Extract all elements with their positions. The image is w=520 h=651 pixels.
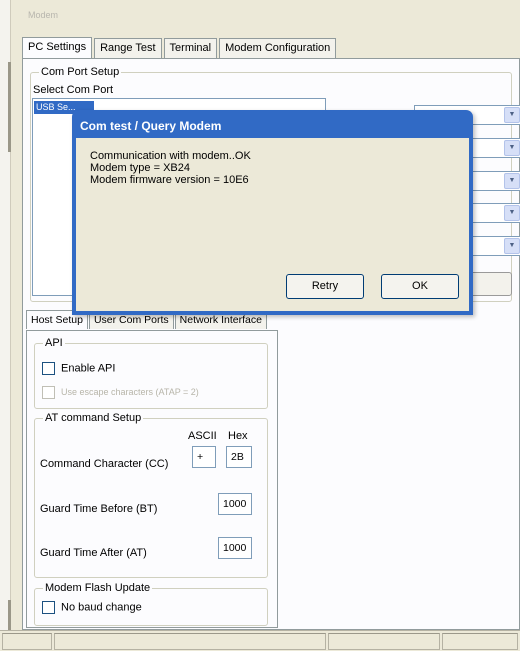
tab-range-test[interactable]: Range Test — [94, 38, 162, 58]
enable-api-checkbox-row[interactable]: Enable API — [42, 362, 115, 375]
escape-chars-checkbox-row: Use escape characters (ATAP = 2) — [42, 386, 199, 399]
splitter-handle[interactable] — [8, 62, 11, 152]
guard-time-after-label: Guard Time After (AT) — [40, 547, 147, 559]
command-character-label: Command Character (CC) — [40, 458, 169, 470]
retry-button[interactable]: Retry — [286, 274, 364, 299]
group-label: AT command Setup — [43, 412, 144, 424]
ascii-column-label: ASCII — [188, 430, 217, 442]
group-label: Modem Flash Update — [43, 582, 153, 594]
enable-api-label: Enable API — [61, 362, 116, 375]
ok-button[interactable]: OK — [381, 274, 459, 299]
selected-com-port-text: USB Se... — [36, 102, 76, 112]
tab-modem-configuration[interactable]: Modem Configuration — [219, 38, 337, 58]
no-baud-change-label: No baud change — [61, 601, 142, 614]
dialog-body: Communication with modem..OK Modem type … — [76, 138, 469, 311]
chevron-down-icon[interactable]: ▼ — [504, 205, 520, 221]
select-com-port-label: Select Com Port — [33, 84, 114, 96]
chevron-down-icon[interactable]: ▼ — [504, 140, 520, 156]
api-group: API — [34, 337, 268, 409]
no-baud-change-checkbox[interactable] — [42, 601, 55, 614]
guard-time-after-field[interactable]: 1000 — [218, 537, 252, 559]
dialog-message-line: Modem firmware version = 10E6 — [90, 174, 249, 186]
status-bar — [0, 630, 520, 651]
dialog-title: Com test / Query Modem — [80, 119, 222, 133]
test-query-button[interactable] — [470, 272, 512, 296]
command-char-ascii-field[interactable]: + — [192, 446, 216, 468]
chevron-down-icon[interactable]: ▼ — [504, 107, 520, 123]
status-segment — [328, 633, 440, 650]
chevron-down-icon[interactable]: ▼ — [504, 238, 520, 254]
chevron-down-icon[interactable]: ▼ — [504, 173, 520, 189]
dialog-message-line: Modem type = XB24 — [90, 162, 190, 174]
escape-chars-checkbox — [42, 386, 55, 399]
status-segment — [2, 633, 52, 650]
main-tab-strip: PC Settings Range Test Terminal Modem Co… — [22, 36, 338, 59]
group-label: Com Port Setup — [39, 66, 122, 78]
dialog-message-line: Communication with modem..OK — [90, 150, 251, 162]
status-segment — [442, 633, 518, 650]
guard-time-before-label: Guard Time Before (BT) — [40, 503, 158, 515]
guard-time-before-field[interactable]: 1000 — [218, 493, 252, 515]
tab-terminal[interactable]: Terminal — [163, 38, 218, 58]
enable-api-checkbox[interactable] — [42, 362, 55, 375]
hex-column-label: Hex — [228, 430, 248, 442]
escape-chars-label: Use escape characters (ATAP = 2) — [61, 386, 199, 397]
query-modem-dialog: Com test / Query Modem Communication wit… — [72, 110, 473, 315]
status-segment — [54, 633, 326, 650]
tab-pc-settings[interactable]: PC Settings — [22, 37, 93, 59]
command-char-hex-field[interactable]: 2B — [226, 446, 252, 468]
no-baud-change-checkbox-row[interactable]: No baud change — [42, 601, 142, 614]
window-title: Modem — [28, 10, 59, 20]
group-label: API — [43, 337, 65, 349]
